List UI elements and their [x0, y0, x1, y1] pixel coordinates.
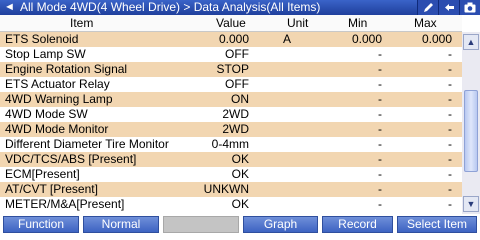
item-value: STOP	[216, 62, 249, 76]
item-value: OFF	[225, 47, 249, 61]
col-max: Max	[414, 16, 437, 30]
item-max: -	[448, 62, 452, 76]
table-row[interactable]: METER/M&A[Present] OK - -	[0, 197, 462, 212]
col-unit: Unit	[287, 16, 309, 30]
item-min: -	[378, 197, 382, 211]
graph-button[interactable]: Graph	[243, 216, 318, 233]
item-name: VDC/TCS/ABS [Present]	[5, 152, 137, 166]
table-row[interactable]: Different Diameter Tire Monitor 0-4mm - …	[0, 137, 462, 152]
table-row[interactable]: Stop Lamp SW OFF - -	[0, 47, 462, 62]
item-name: Different Diameter Tire Monitor	[5, 137, 169, 151]
item-value: 0.000	[218, 32, 249, 46]
item-min: -	[378, 137, 382, 151]
item-max: -	[448, 92, 452, 106]
col-value: Value	[216, 16, 246, 30]
item-min: -	[378, 182, 382, 196]
col-item: Item	[70, 16, 94, 30]
item-max: -	[448, 107, 452, 121]
item-name: 4WD Mode Monitor	[5, 122, 109, 136]
item-max: -	[448, 77, 452, 91]
item-name: ETS Solenoid	[5, 32, 79, 46]
item-name: 4WD Mode SW	[5, 107, 88, 121]
item-min: -	[378, 62, 382, 76]
page-title: All Mode 4WD(4 Wheel Drive) > Data Analy…	[20, 0, 321, 14]
item-value: OK	[231, 152, 249, 166]
item-value: ON	[231, 92, 249, 106]
item-max: 0.000	[421, 32, 452, 46]
item-name: AT/CVT [Present]	[5, 182, 98, 196]
item-max: -	[448, 182, 452, 196]
table-row[interactable]: Engine Rotation Signal STOP - -	[0, 62, 462, 77]
table-row[interactable]: AT/CVT [Present] UNKWN - -	[0, 182, 462, 197]
table-row[interactable]: 4WD Mode Monitor 2WD - -	[0, 122, 462, 137]
item-min: -	[378, 47, 382, 61]
record-button[interactable]: Record	[322, 216, 393, 233]
item-name: 4WD Warning Lamp	[5, 92, 113, 106]
col-min: Min	[348, 16, 368, 30]
vertical-scrollbar[interactable]: ▲ ▼	[462, 32, 480, 214]
scroll-down-icon[interactable]: ▼	[463, 196, 479, 212]
item-min: -	[378, 77, 382, 91]
table-row[interactable]: 4WD Warning Lamp ON - -	[0, 92, 462, 107]
button-bar: Function Normal Graph Record Select Item	[0, 215, 480, 234]
title-arrow-icon: ◄	[4, 1, 15, 13]
table-row[interactable]: VDC/TCS/ABS [Present] OK - -	[0, 152, 462, 167]
item-value: OK	[231, 197, 249, 211]
item-value: OFF	[225, 77, 249, 91]
item-value: UNKWN	[203, 182, 249, 196]
item-name: ETS Actuator Relay	[5, 77, 110, 91]
item-name: Stop Lamp SW	[5, 47, 86, 61]
item-max: -	[448, 167, 452, 181]
item-min: -	[378, 152, 382, 166]
item-min: -	[378, 122, 382, 136]
column-header: Item Value Unit Min Max	[0, 15, 462, 32]
item-value: 2WD	[222, 122, 249, 136]
table-row[interactable]: 4WD Mode SW 2WD - -	[0, 107, 462, 122]
item-value: 2WD	[222, 107, 249, 121]
select-item-button[interactable]: Select Item	[397, 216, 477, 233]
table-row[interactable]: ETS Solenoid 0.000 A 0.000 0.000	[0, 32, 462, 47]
item-unit: A	[283, 32, 292, 46]
camera-icon[interactable]	[459, 0, 480, 15]
table-row[interactable]: ECM[Present] OK - -	[0, 167, 462, 182]
table-row[interactable]: ETS Actuator Relay OFF - -	[0, 77, 462, 92]
item-min: -	[378, 92, 382, 106]
back-arrow-icon[interactable]	[438, 0, 459, 15]
item-value: OK	[231, 167, 249, 181]
item-min: -	[378, 167, 382, 181]
function-button[interactable]: Function	[3, 216, 79, 233]
item-max: -	[448, 137, 452, 151]
scroll-up-icon[interactable]: ▲	[463, 34, 479, 50]
item-max: -	[448, 47, 452, 61]
title-bar: ◄ All Mode 4WD(4 Wheel Drive) > Data Ana…	[0, 0, 480, 15]
item-value: 0-4mm	[211, 137, 249, 151]
item-max: -	[448, 152, 452, 166]
item-min: -	[378, 107, 382, 121]
item-max: -	[448, 197, 452, 211]
data-table: ETS Solenoid 0.000 A 0.000 0.000 Stop La…	[0, 32, 462, 214]
pen-icon[interactable]	[417, 0, 438, 15]
blank-button	[163, 216, 239, 233]
item-name: Engine Rotation Signal	[5, 62, 128, 76]
normal-button[interactable]: Normal	[83, 216, 159, 233]
item-max: -	[448, 122, 452, 136]
item-name: METER/M&A[Present]	[5, 197, 125, 211]
item-name: ECM[Present]	[5, 167, 80, 181]
item-min: 0.000	[351, 32, 382, 46]
scroll-thumb[interactable]	[464, 90, 478, 172]
